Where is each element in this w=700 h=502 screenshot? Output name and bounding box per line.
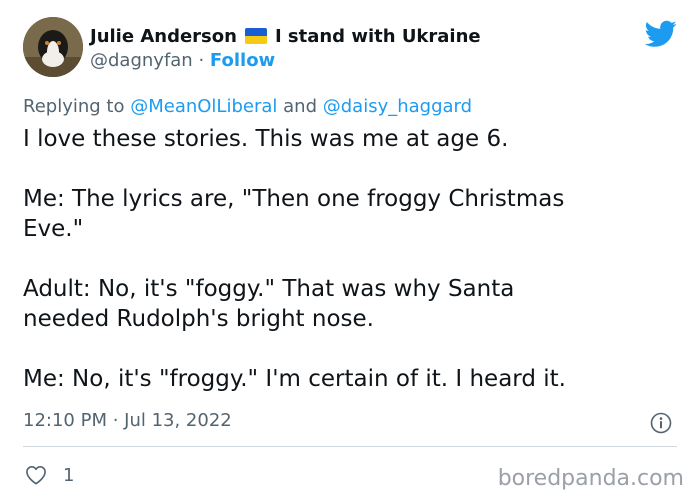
mention-link[interactable]: @MeanOlLiberal	[130, 96, 277, 117]
ukraine-flag-icon	[244, 28, 267, 44]
tweet-line: needed Rudolph's bright nose.	[23, 306, 374, 332]
like-count: 1	[63, 465, 75, 486]
follow-button[interactable]: Follow	[210, 50, 275, 71]
divider	[23, 446, 677, 447]
author-name-row: Julie Anderson I stand with Ukraine	[90, 24, 481, 48]
replying-to-conjunction: and	[283, 96, 318, 117]
avatar[interactable]	[23, 17, 83, 77]
replying-to-line: Replying to @MeanOlLiberal and @daisy_ha…	[23, 96, 472, 117]
tweet-body: I love these stories. This was me at age…	[23, 124, 663, 394]
tweet-line: Eve."	[23, 216, 84, 242]
author-display-name[interactable]: Julie Anderson	[90, 26, 237, 47]
author-handle-row: @dagnyfan · Follow	[90, 50, 275, 71]
heart-icon[interactable]	[25, 465, 47, 485]
author-name-suffix[interactable]: I stand with Ukraine	[275, 26, 481, 47]
handle-separator: ·	[198, 50, 205, 71]
mention-link[interactable]: @daisy_haggard	[323, 96, 472, 117]
tweet-timestamp[interactable]: 12:10 PM · Jul 13, 2022	[23, 410, 232, 431]
tweet-line: I love these stories. This was me at age…	[23, 126, 509, 152]
watermark: boredpanda.com	[497, 466, 684, 491]
replying-to-prefix: Replying to	[23, 96, 125, 117]
info-icon[interactable]	[650, 412, 672, 434]
tweet-line: Me: The lyrics are, "Then one froggy Chr…	[23, 186, 565, 212]
tweet-line: Me: No, it's "froggy." I'm certain of it…	[23, 366, 566, 392]
tweet-line: Adult: No, it's "foggy." That was why Sa…	[23, 276, 515, 302]
avatar-dog-image	[23, 17, 83, 77]
author-handle[interactable]: @dagnyfan	[90, 50, 193, 71]
twitter-bird-icon[interactable]	[645, 20, 677, 48]
